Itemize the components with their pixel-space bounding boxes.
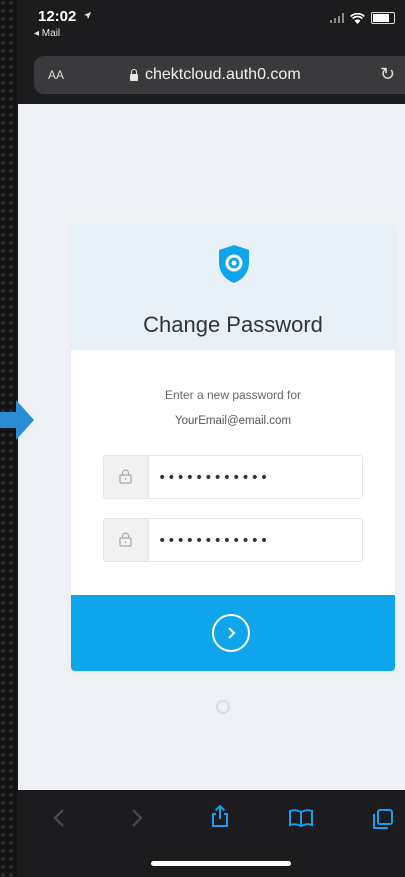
browser-toolbar bbox=[18, 790, 405, 877]
home-indicator[interactable] bbox=[151, 861, 291, 866]
chevron-right-icon bbox=[228, 627, 236, 639]
wifi-icon bbox=[350, 12, 365, 24]
text-size-button[interactable]: AA bbox=[48, 68, 64, 82]
lock-icon bbox=[104, 519, 149, 561]
share-icon[interactable] bbox=[210, 804, 230, 828]
submit-circle bbox=[212, 614, 250, 652]
new-password-input[interactable] bbox=[156, 456, 360, 500]
account-email: YourEmail@email.com bbox=[174, 415, 292, 427]
url-text: chektcloud.auth0.com bbox=[145, 66, 301, 83]
back-to-app-link[interactable]: ◂ Mail bbox=[34, 28, 60, 39]
back-icon[interactable] bbox=[52, 808, 66, 828]
arrow-indicator-icon bbox=[0, 400, 34, 440]
url-display[interactable]: chektcloud.auth0.com bbox=[130, 66, 301, 84]
new-password-field[interactable] bbox=[103, 455, 363, 500]
battery-icon bbox=[371, 12, 395, 24]
confirm-password-field[interactable] bbox=[103, 518, 363, 563]
browser-address-row: AA chektcloud.auth0.com ↻ bbox=[18, 48, 405, 104]
lock-icon bbox=[104, 456, 149, 498]
forward-icon[interactable] bbox=[130, 808, 144, 828]
address-bar[interactable]: AA chektcloud.auth0.com ↻ bbox=[34, 56, 405, 94]
submit-button[interactable] bbox=[71, 595, 395, 671]
change-password-card: Change Password Enter a new password for… bbox=[71, 224, 395, 671]
phone-screen: 12:02 ◂ Mail AA chektcloud.auth0.com ↻ C… bbox=[18, 0, 405, 877]
location-arrow-icon bbox=[84, 12, 91, 19]
signal-icon bbox=[329, 13, 344, 23]
card-header: Change Password bbox=[71, 224, 395, 350]
page-title: Change Password bbox=[143, 312, 323, 337]
tabs-icon[interactable] bbox=[372, 808, 394, 830]
bookmarks-icon[interactable] bbox=[288, 808, 314, 828]
auth0-badge-icon bbox=[216, 700, 230, 714]
confirm-password-input[interactable] bbox=[156, 519, 360, 563]
reload-icon[interactable]: ↻ bbox=[380, 64, 395, 85]
shield-logo-icon bbox=[219, 245, 249, 283]
secure-lock-icon bbox=[130, 68, 138, 81]
instruction-text: Enter a new password for bbox=[164, 388, 302, 402]
clock: 12:02 bbox=[38, 8, 77, 25]
status-icons bbox=[329, 12, 395, 24]
